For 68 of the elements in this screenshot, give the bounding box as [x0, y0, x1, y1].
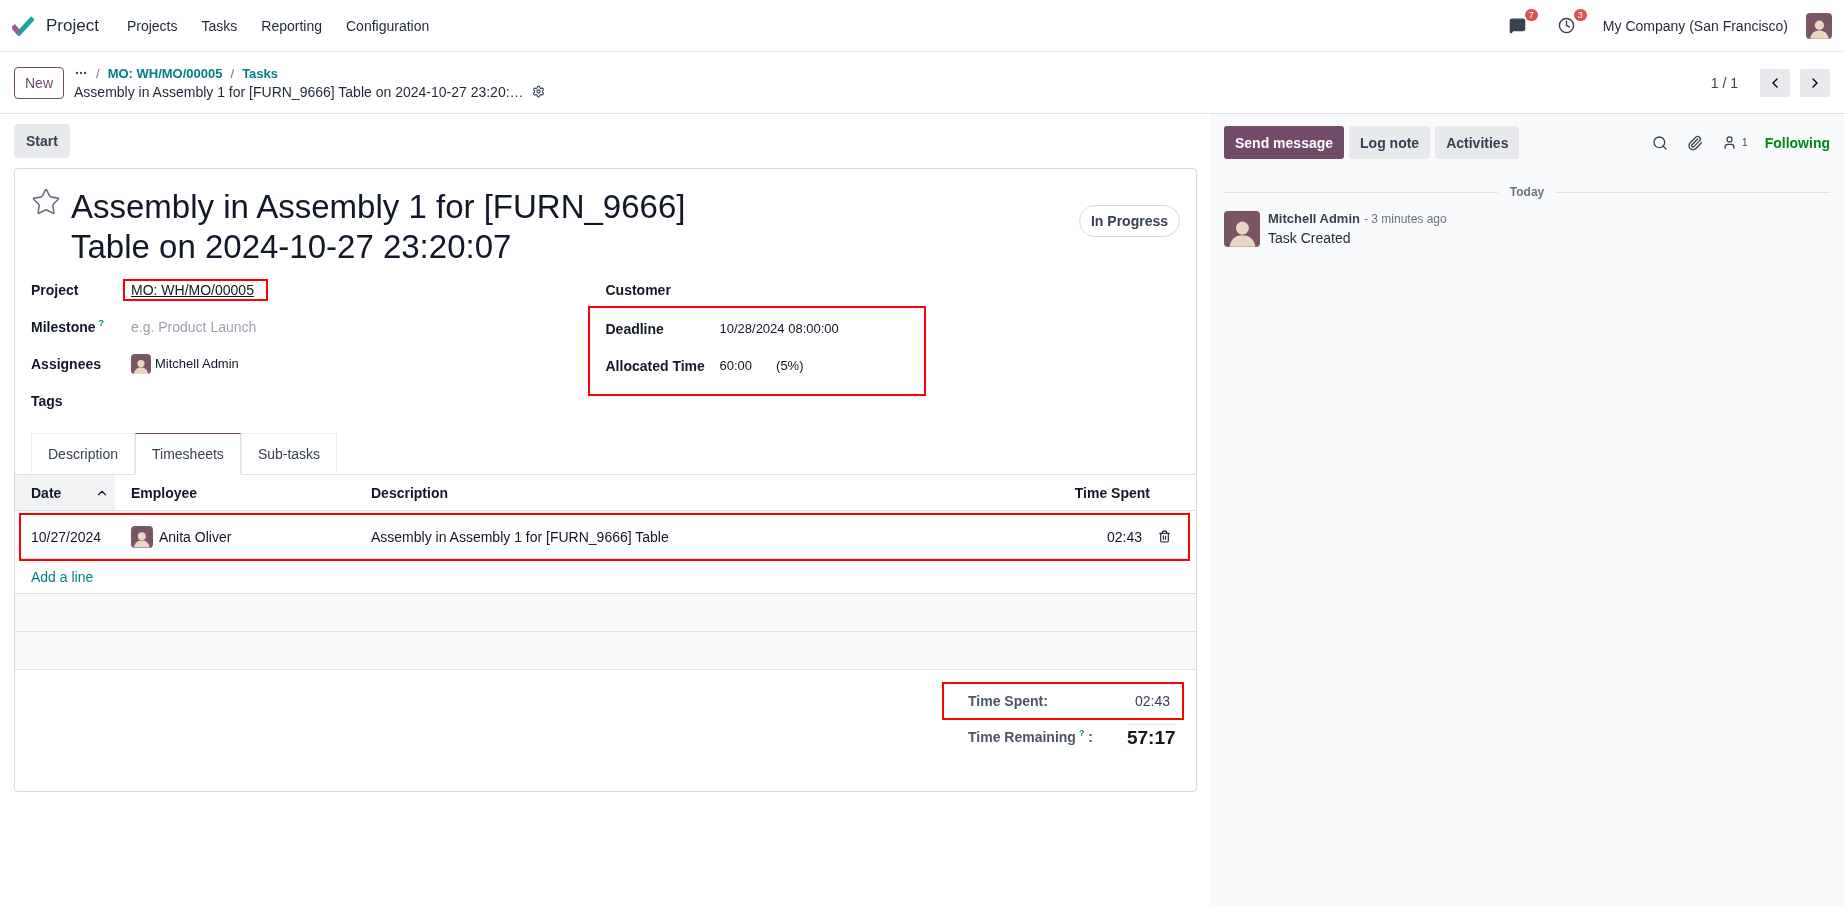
tab[interactable]: Sub-tasks [240, 433, 338, 475]
paperclip-icon[interactable] [1687, 134, 1704, 151]
avatar [1806, 12, 1832, 39]
column-header[interactable]: Description [355, 475, 996, 510]
tab[interactable]: Description [31, 433, 136, 475]
next-button[interactable] [1800, 68, 1830, 97]
previous-button[interactable] [1760, 68, 1790, 97]
date-separator: Today [1509, 185, 1545, 199]
avatar [1224, 211, 1260, 247]
timesheet-row[interactable]: 10/27/2024 Anita Oliver Assembly in Assembly 1 for [FURN_9666] Table 02:43 [21, 515, 1188, 559]
field-value[interactable]: 10/28/2024 08:00:00 [719, 321, 839, 336]
app-logo-icon[interactable] [12, 15, 34, 36]
avatar [131, 353, 151, 374]
menu-item[interactable]: Configuration [336, 17, 440, 34]
chatter-button[interactable]: Log note [1349, 126, 1431, 159]
menu-item[interactable]: Projects [116, 17, 188, 34]
chatter-button[interactable]: Activities [1435, 126, 1520, 159]
table-cell-text: 10/27/2024 [30, 528, 103, 545]
breadcrumb-link[interactable]: Tasks [242, 65, 279, 81]
table-cell-text: 02:43 [1105, 528, 1143, 545]
field-value[interactable]: 60:00 [719, 358, 753, 373]
person-icon[interactable] [1722, 135, 1738, 150]
message-body: Task Created [1268, 230, 1352, 246]
activity-count: 3 [1573, 9, 1587, 21]
total-row: Time Spent: 02:43 [944, 684, 1182, 718]
message-author[interactable]: Mitchell Admin [1268, 211, 1360, 226]
new-button[interactable]: New [14, 66, 64, 99]
menu-item[interactable]: Reporting [251, 17, 332, 34]
field-label: Customer [605, 281, 672, 298]
tab[interactable]: Timesheets [135, 433, 241, 475]
record-title: Assembly in Assembly 1 for [FURN_9666] Table on 2024-10-27 23:20:… [74, 83, 524, 100]
field-label: Tags [31, 392, 64, 409]
remaining-value: 57:17 [1126, 724, 1176, 749]
task-title[interactable]: Assembly in Assembly 1 for [FURN_9666] Table on 2024-10-27 23:20:07 [71, 187, 1069, 267]
breadcrumb-separator: / [230, 65, 235, 81]
star-icon[interactable] [31, 187, 61, 217]
field-label: Deadline [605, 320, 665, 337]
field-label: Project [31, 281, 80, 298]
column-header[interactable]: Employee [115, 475, 355, 510]
following-button[interactable]: Following [1764, 134, 1830, 151]
breadcrumb-link[interactable]: MO: WH/MO/00005 [107, 65, 223, 81]
table-cell-text: Assembly in Assembly 1 for [FURN_9666] Table [370, 528, 670, 545]
start-button[interactable]: Start [14, 124, 70, 158]
chatter-button[interactable]: Send message [1224, 126, 1345, 159]
chat-icon[interactable] [1508, 17, 1526, 34]
gear-icon[interactable] [531, 85, 545, 98]
app-name[interactable]: Project [46, 15, 99, 36]
pager-value: 1 / 1 [1710, 74, 1738, 91]
breadcrumb-separator: / [96, 65, 100, 81]
message-time: - 3 minutes ago [1363, 212, 1447, 226]
field-label: Allocated Time [605, 357, 706, 374]
project-link[interactable]: MO: WH/MO/00005 [125, 280, 266, 299]
avatar [131, 525, 153, 548]
column-header[interactable]: Date [15, 475, 115, 510]
message-count: 7 [1524, 9, 1538, 21]
field-label: Milestone $^{?}$ [31, 318, 106, 335]
search-icon[interactable] [1652, 134, 1669, 151]
field-label: Time Remaining $^{?}$ : [968, 728, 1093, 745]
percentage: (5%) [776, 358, 804, 373]
assignee-tag[interactable]: Mitchell Admin [125, 353, 245, 374]
delete-icon[interactable] [1158, 530, 1171, 543]
follower-count: 1 [1742, 137, 1748, 148]
company-switcher[interactable]: My Company (San Francisco) [1602, 17, 1788, 34]
clock-icon[interactable] [1557, 17, 1575, 34]
column-header[interactable]: Time Spent [996, 475, 1156, 510]
field-label: Assignees [31, 355, 103, 372]
employee-name: Anita Oliver [159, 528, 232, 545]
menu-item[interactable]: Tasks [191, 17, 248, 34]
